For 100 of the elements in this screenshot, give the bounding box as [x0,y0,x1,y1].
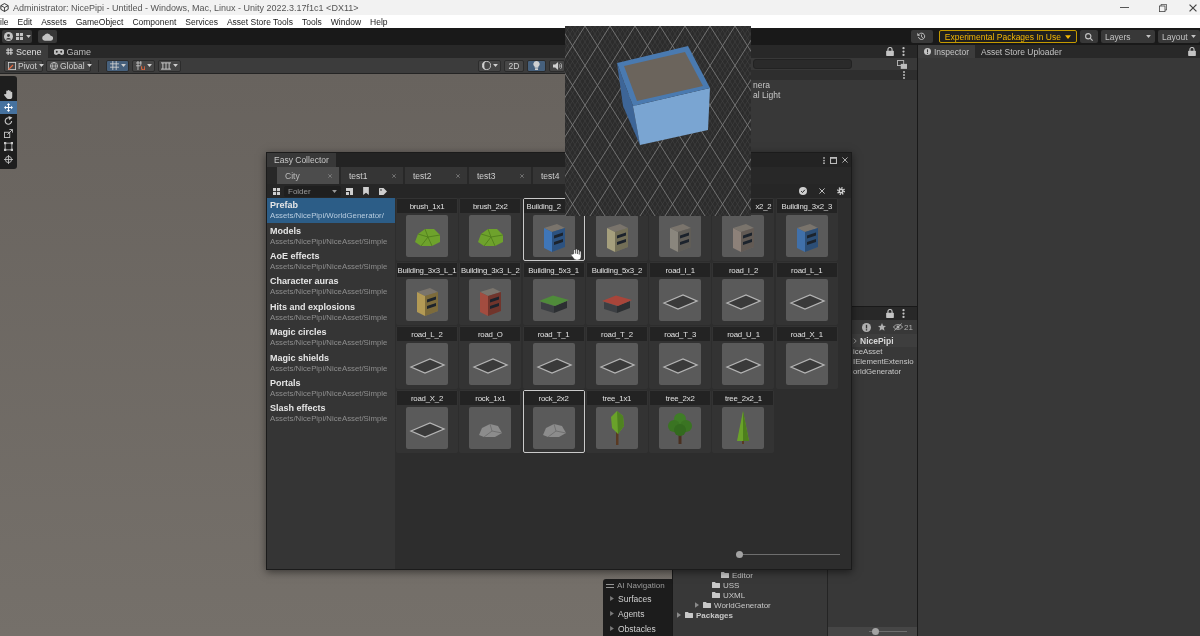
grid-icon[interactable] [273,187,280,195]
experimental-packages-dropdown[interactable]: Experimental Packages In Use [938,30,1077,43]
account-button[interactable] [2,30,32,43]
building-thumbnail [722,215,765,257]
close-icon[interactable] [1189,3,1197,12]
menu-item[interactable]: Help [370,16,388,27]
folder-name[interactable]: WorldGenerator [714,600,771,610]
collection-tab[interactable]: test4 [533,167,565,184]
road-tile-thumbnail [406,407,448,449]
grid-visibility-button[interactable] [158,59,181,72]
rotate-icon [4,116,13,125]
overlay-item[interactable]: Agents [606,606,645,621]
close-icon[interactable] [842,157,848,163]
road-tile-thumbnail [595,343,638,385]
grid-magnet-icon [135,61,145,70]
history-button[interactable] [910,30,933,43]
cube-logo-icon [0,3,9,12]
hash-icon [6,48,13,55]
tag-icon[interactable] [379,187,387,195]
collection-name: Magic circles [270,327,327,339]
overlay-item[interactable]: Surfaces [606,591,652,606]
folder-name[interactable]: Editor [732,570,753,580]
grid-lines-icon [161,61,171,70]
notched-square-icon[interactable] [346,187,353,195]
collection-tab[interactable]: test2 [405,167,467,184]
caret-icon [120,64,126,67]
slider-track[interactable] [736,551,840,558]
globe-icon [50,61,58,70]
menu-item[interactable]: GameObject [75,16,124,27]
settings-icon[interactable] [837,187,845,195]
collection-tab[interactable]: City [277,167,339,184]
view-dropdown[interactable]: Folder [284,185,341,197]
folder-name[interactable]: Packages [696,610,733,620]
folder-icon [703,602,711,608]
tool-button[interactable] [0,101,17,114]
panel-tab[interactable]: Game [47,45,98,58]
collection-tab[interactable]: test3 [469,167,531,184]
menu-item[interactable]: Edit [17,16,33,27]
triangle-icon[interactable] [695,602,699,608]
speaker-icon [552,61,562,70]
bookmark-icon[interactable] [363,187,369,195]
building-thumbnail [785,215,828,257]
building-thumbnail [659,215,702,257]
menu-item[interactable]: Window [330,16,362,27]
2d-toggle[interactable]: 2D [504,59,524,72]
history-icon [917,32,927,41]
global-dropdown[interactable]: Global [46,59,91,72]
pivot-dropdown[interactable]: Pivot [4,59,43,72]
panel-tab[interactable]: Inspector [918,45,975,58]
building-thumbnail [406,279,448,321]
breadcrumb-item[interactable]: NicePipi [860,335,894,346]
overlapping-squares-icon[interactable] [897,59,907,69]
layout-dropdown[interactable]: Layout [1158,30,1200,43]
check-circle-icon[interactable] [799,187,807,195]
kebab-menu-icon[interactable] [902,309,905,318]
panel-tab[interactable]: Asset Store Uploader [974,45,1068,58]
menu-item[interactable]: Tools [301,16,322,27]
search-button[interactable] [1080,30,1098,43]
caret-icon [38,64,44,67]
grip-icon[interactable] [606,583,614,588]
lighting-toggle[interactable] [527,59,546,72]
lock-icon[interactable] [1188,47,1196,56]
cloud-icon [42,32,53,41]
menu-item[interactable]: Assets [41,16,67,27]
collection-name: Character auras [270,276,339,288]
increment-snap-button[interactable] [132,59,155,72]
audio-toggle[interactable] [549,59,565,72]
cloud-button[interactable] [38,30,57,43]
menu-item[interactable]: Component [132,16,177,27]
folder-name[interactable]: USS [723,580,740,590]
folder-icon [721,572,729,578]
menu-item[interactable]: Asset Store Tools [226,16,293,27]
slider-thumb[interactable] [736,551,743,558]
grid-snap-button[interactable] [106,59,129,72]
rect-tool-icon [4,142,13,151]
folder-name[interactable]: UXML [723,590,746,600]
restore-icon[interactable] [1159,3,1167,12]
road-tile-thumbnail [469,343,512,385]
eye-slash-icon [893,323,904,331]
road-tile-thumbnail [785,343,828,385]
maximize-icon[interactable] [830,156,837,164]
hierarchy-item[interactable]: al Light [753,90,781,100]
slider-thumb[interactable] [872,628,880,635]
star-icon[interactable] [878,323,887,331]
caret-icon [1146,35,1151,38]
layers-dropdown[interactable]: Layers [1101,30,1155,43]
window-title: Administrator: NicePipi - Untitled - Windows, Mac, Linux - Unity 2022.3.17f1c1 <DX11> [13,2,359,13]
overlay-item[interactable]: Obstacles [606,621,656,636]
panel-tab[interactable]: Scene [0,45,48,58]
kebab-menu-icon[interactable] [902,47,905,56]
menu-item[interactable]: ile [0,16,9,27]
hidden-packages-toggle[interactable]: 21 [893,322,913,332]
menu-item[interactable]: Services [185,16,218,27]
info-icon[interactable] [862,322,872,332]
collection-tab[interactable]: test1 [341,167,403,184]
lock-icon[interactable] [886,47,894,56]
triangle-icon[interactable] [677,612,681,618]
lock-icon[interactable] [886,309,894,318]
hierarchy-item[interactable]: nera [753,80,770,90]
shading-mode-dropdown[interactable] [478,59,501,72]
